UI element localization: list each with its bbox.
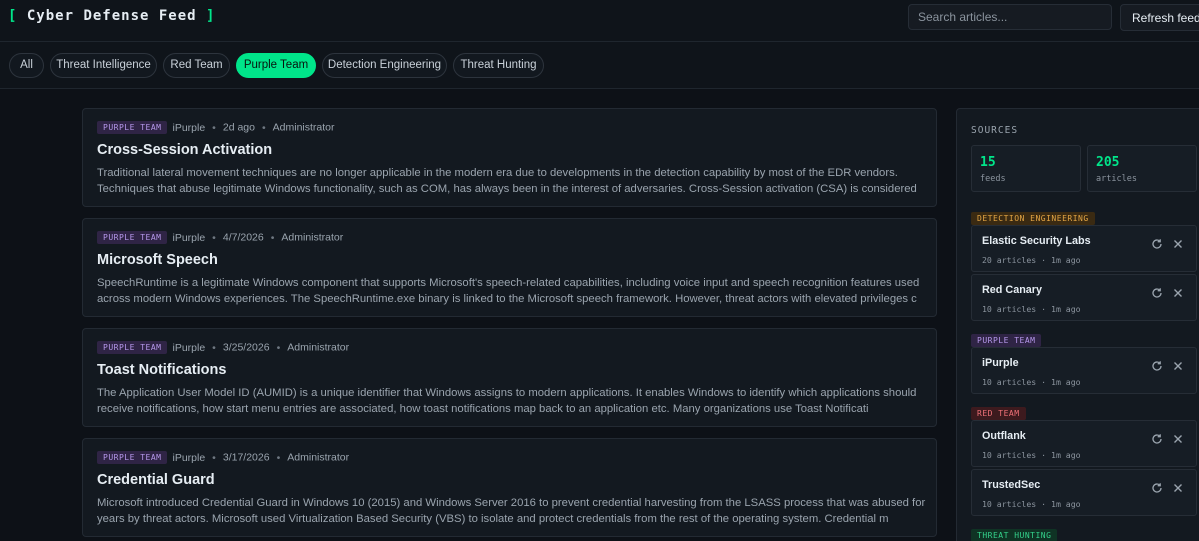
feed-item[interactable]: iPurple 10 articles · 1m ago [971, 347, 1197, 394]
article-source: iPurple [172, 121, 206, 134]
tab-red-team[interactable]: Red Team [163, 53, 230, 78]
article-date: 4/7/2026 [222, 231, 264, 244]
tab-purple-team[interactable]: Purple Team [236, 53, 316, 78]
top-header: [ Cyber Defense Feed ] Refresh feeds [0, 0, 1199, 42]
article-source: iPurple [172, 231, 206, 244]
article-summary: Traditional lateral movement techniques … [97, 167, 917, 195]
feed-meta: 10 articles · 1m ago [982, 377, 1081, 387]
refresh-icon[interactable] [1150, 286, 1164, 300]
feed-name: Outflank [982, 430, 1026, 442]
close-icon[interactable] [1171, 237, 1185, 251]
refresh-icon[interactable] [1150, 481, 1164, 495]
feed-item[interactable]: Red Canary 10 articles · 1m ago [971, 274, 1197, 321]
feeds-count-card: 15 feeds [971, 145, 1081, 192]
article-date: 3/17/2026 [222, 451, 270, 464]
category-badge: PURPLE TEAM [97, 451, 168, 464]
search-input[interactable] [908, 4, 1112, 30]
close-icon[interactable] [1171, 481, 1185, 495]
article-source: iPurple [172, 451, 206, 464]
feed-item[interactable]: TrustedSec 10 articles · 1m ago [971, 469, 1197, 516]
article-card[interactable]: PURPLE TEAM iPurple • 3/17/2026 • Administrat… [82, 438, 937, 537]
category-tabs: All Threat Intelligence Red Team Purple … [0, 42, 1199, 89]
refresh-feeds-button[interactable]: Refresh feeds [1120, 4, 1199, 31]
feed-name: Elastic Security Labs [982, 235, 1091, 247]
app-title-text: Cyber Defense Feed [17, 8, 207, 24]
close-icon[interactable] [1171, 432, 1185, 446]
close-icon[interactable] [1171, 359, 1185, 373]
refresh-icon[interactable] [1150, 359, 1164, 373]
article-title[interactable]: Microsoft Speech [97, 252, 218, 268]
tab-threat-intelligence[interactable]: Threat Intelligence [50, 53, 157, 78]
refresh-icon[interactable] [1150, 432, 1164, 446]
sources-heading: SOURCES [971, 125, 1019, 136]
app-title: [ Cyber Defense Feed ] [8, 8, 215, 24]
feed-meta: 10 articles · 1m ago [982, 304, 1081, 314]
group-label-threat-hunting: THREAT HUNTING [971, 529, 1058, 541]
article-title[interactable]: Toast Notifications [97, 362, 226, 378]
article-source: iPurple [172, 341, 206, 354]
article-date: 2d ago [222, 121, 255, 134]
article-meta: PURPLE TEAM iPurple • 3/25/2026 • Administrat… [97, 341, 349, 355]
feeds-count: 15 [980, 155, 996, 170]
group-label-detection-engineering: DETECTION ENGINEERING [971, 212, 1095, 226]
feed-item[interactable]: Outflank 10 articles · 1m ago [971, 420, 1197, 467]
article-card[interactable]: PURPLE TEAM iPurple • 2d ago • Administrator … [82, 108, 937, 207]
tab-all[interactable]: All [9, 53, 44, 78]
title-bracket-right: ] [206, 8, 216, 24]
category-badge: PURPLE TEAM [97, 121, 168, 134]
close-icon[interactable] [1171, 286, 1185, 300]
article-author: Administrator [287, 451, 350, 464]
article-title[interactable]: Credential Guard [97, 472, 215, 488]
refresh-icon[interactable] [1150, 237, 1164, 251]
article-author: Administrator [281, 231, 344, 244]
article-summary: SpeechRuntime is a legitimate Windows co… [97, 277, 920, 305]
category-badge: PURPLE TEAM [97, 231, 168, 244]
group-label-red-team: RED TEAM [971, 407, 1026, 421]
feed-name: TrustedSec [982, 479, 1041, 491]
article-meta: PURPLE TEAM iPurple • 3/17/2026 • Administrat… [97, 451, 349, 465]
article-title[interactable]: Cross-Session Activation [97, 142, 272, 158]
feeds-count-label: feeds [980, 174, 1006, 184]
article-author: Administrator [287, 341, 350, 354]
feed-name: iPurple [982, 357, 1019, 369]
article-card[interactable]: PURPLE TEAM iPurple • 4/7/2026 • Administrato… [82, 218, 937, 317]
article-summary: Microsoft introduced Credential Guard in… [97, 497, 926, 525]
category-badge: PURPLE TEAM [97, 341, 168, 354]
tab-detection-engineering[interactable]: Detection Engineering [322, 53, 447, 78]
feed-meta: 10 articles · 1m ago [982, 450, 1081, 460]
feed-meta: 10 articles · 1m ago [982, 499, 1081, 509]
feed-name: Red Canary [982, 284, 1043, 296]
articles-count-card: 205 articles [1087, 145, 1197, 192]
group-label-purple-team: PURPLE TEAM [971, 334, 1042, 348]
articles-count: 205 [1096, 155, 1120, 170]
article-card[interactable]: PURPLE TEAM iPurple • 3/25/2026 • Administrat… [82, 328, 937, 427]
article-summary: The Application User Model ID (AUMID) is… [97, 387, 917, 415]
sources-sidebar: SOURCES 15 feeds 205 articles DETECTION … [956, 108, 1199, 541]
tab-threat-hunting[interactable]: Threat Hunting [453, 53, 544, 78]
feed-item[interactable]: Elastic Security Labs 20 articles · 1m a… [971, 225, 1197, 272]
article-date: 3/25/2026 [222, 341, 270, 354]
article-meta: PURPLE TEAM iPurple • 2d ago • Administrator [97, 121, 335, 135]
article-meta: PURPLE TEAM iPurple • 4/7/2026 • Administrato… [97, 231, 343, 245]
feed-meta: 20 articles · 1m ago [982, 255, 1081, 265]
articles-count-label: articles [1096, 174, 1137, 184]
article-author: Administrator [272, 121, 335, 134]
